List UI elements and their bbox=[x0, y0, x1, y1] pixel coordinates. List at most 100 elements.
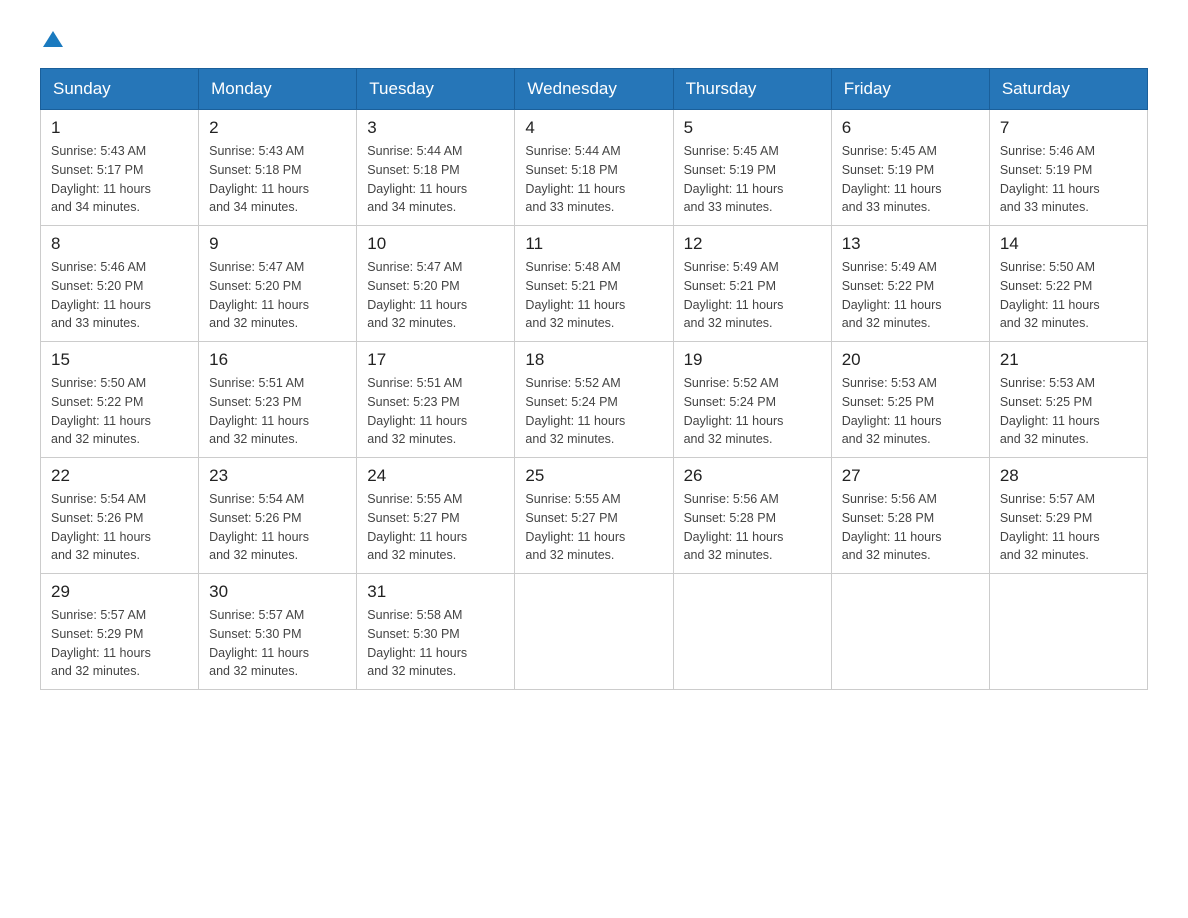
weekday-header-sunday: Sunday bbox=[41, 69, 199, 110]
day-number: 18 bbox=[525, 350, 662, 370]
calendar-cell: 11 Sunrise: 5:48 AM Sunset: 5:21 PM Dayl… bbox=[515, 226, 673, 342]
day-info: Sunrise: 5:46 AM Sunset: 5:20 PM Dayligh… bbox=[51, 258, 188, 333]
calendar-week-row: 22 Sunrise: 5:54 AM Sunset: 5:26 PM Dayl… bbox=[41, 458, 1148, 574]
day-number: 16 bbox=[209, 350, 346, 370]
calendar-week-row: 8 Sunrise: 5:46 AM Sunset: 5:20 PM Dayli… bbox=[41, 226, 1148, 342]
day-info: Sunrise: 5:58 AM Sunset: 5:30 PM Dayligh… bbox=[367, 606, 504, 681]
page-header bbox=[40, 30, 1148, 48]
calendar-cell: 9 Sunrise: 5:47 AM Sunset: 5:20 PM Dayli… bbox=[199, 226, 357, 342]
calendar-cell: 13 Sunrise: 5:49 AM Sunset: 5:22 PM Dayl… bbox=[831, 226, 989, 342]
calendar-cell: 7 Sunrise: 5:46 AM Sunset: 5:19 PM Dayli… bbox=[989, 110, 1147, 226]
day-number: 3 bbox=[367, 118, 504, 138]
day-info: Sunrise: 5:49 AM Sunset: 5:21 PM Dayligh… bbox=[684, 258, 821, 333]
day-number: 12 bbox=[684, 234, 821, 254]
day-number: 26 bbox=[684, 466, 821, 486]
calendar-cell: 22 Sunrise: 5:54 AM Sunset: 5:26 PM Dayl… bbox=[41, 458, 199, 574]
day-info: Sunrise: 5:51 AM Sunset: 5:23 PM Dayligh… bbox=[209, 374, 346, 449]
day-number: 9 bbox=[209, 234, 346, 254]
calendar-cell bbox=[673, 574, 831, 690]
day-info: Sunrise: 5:55 AM Sunset: 5:27 PM Dayligh… bbox=[367, 490, 504, 565]
day-info: Sunrise: 5:55 AM Sunset: 5:27 PM Dayligh… bbox=[525, 490, 662, 565]
day-number: 4 bbox=[525, 118, 662, 138]
calendar-cell: 28 Sunrise: 5:57 AM Sunset: 5:29 PM Dayl… bbox=[989, 458, 1147, 574]
day-info: Sunrise: 5:56 AM Sunset: 5:28 PM Dayligh… bbox=[842, 490, 979, 565]
calendar-cell bbox=[989, 574, 1147, 690]
day-info: Sunrise: 5:57 AM Sunset: 5:30 PM Dayligh… bbox=[209, 606, 346, 681]
day-info: Sunrise: 5:47 AM Sunset: 5:20 PM Dayligh… bbox=[209, 258, 346, 333]
day-info: Sunrise: 5:45 AM Sunset: 5:19 PM Dayligh… bbox=[684, 142, 821, 217]
day-number: 1 bbox=[51, 118, 188, 138]
day-info: Sunrise: 5:46 AM Sunset: 5:19 PM Dayligh… bbox=[1000, 142, 1137, 217]
day-number: 25 bbox=[525, 466, 662, 486]
day-info: Sunrise: 5:51 AM Sunset: 5:23 PM Dayligh… bbox=[367, 374, 504, 449]
calendar-cell bbox=[831, 574, 989, 690]
calendar-cell: 15 Sunrise: 5:50 AM Sunset: 5:22 PM Dayl… bbox=[41, 342, 199, 458]
calendar-cell: 14 Sunrise: 5:50 AM Sunset: 5:22 PM Dayl… bbox=[989, 226, 1147, 342]
day-info: Sunrise: 5:53 AM Sunset: 5:25 PM Dayligh… bbox=[842, 374, 979, 449]
calendar-cell: 12 Sunrise: 5:49 AM Sunset: 5:21 PM Dayl… bbox=[673, 226, 831, 342]
calendar-cell: 3 Sunrise: 5:44 AM Sunset: 5:18 PM Dayli… bbox=[357, 110, 515, 226]
calendar-table: SundayMondayTuesdayWednesdayThursdayFrid… bbox=[40, 68, 1148, 690]
day-info: Sunrise: 5:57 AM Sunset: 5:29 PM Dayligh… bbox=[1000, 490, 1137, 565]
day-number: 29 bbox=[51, 582, 188, 602]
day-info: Sunrise: 5:56 AM Sunset: 5:28 PM Dayligh… bbox=[684, 490, 821, 565]
day-number: 31 bbox=[367, 582, 504, 602]
calendar-week-row: 29 Sunrise: 5:57 AM Sunset: 5:29 PM Dayl… bbox=[41, 574, 1148, 690]
day-info: Sunrise: 5:44 AM Sunset: 5:18 PM Dayligh… bbox=[367, 142, 504, 217]
day-number: 19 bbox=[684, 350, 821, 370]
logo-triangle-icon bbox=[42, 30, 64, 48]
day-number: 13 bbox=[842, 234, 979, 254]
calendar-week-row: 1 Sunrise: 5:43 AM Sunset: 5:17 PM Dayli… bbox=[41, 110, 1148, 226]
day-number: 6 bbox=[842, 118, 979, 138]
weekday-header-thursday: Thursday bbox=[673, 69, 831, 110]
weekday-header-monday: Monday bbox=[199, 69, 357, 110]
day-info: Sunrise: 5:43 AM Sunset: 5:18 PM Dayligh… bbox=[209, 142, 346, 217]
day-info: Sunrise: 5:48 AM Sunset: 5:21 PM Dayligh… bbox=[525, 258, 662, 333]
calendar-header-row: SundayMondayTuesdayWednesdayThursdayFrid… bbox=[41, 69, 1148, 110]
calendar-cell: 19 Sunrise: 5:52 AM Sunset: 5:24 PM Dayl… bbox=[673, 342, 831, 458]
calendar-cell: 18 Sunrise: 5:52 AM Sunset: 5:24 PM Dayl… bbox=[515, 342, 673, 458]
calendar-week-row: 15 Sunrise: 5:50 AM Sunset: 5:22 PM Dayl… bbox=[41, 342, 1148, 458]
day-number: 22 bbox=[51, 466, 188, 486]
calendar-cell: 25 Sunrise: 5:55 AM Sunset: 5:27 PM Dayl… bbox=[515, 458, 673, 574]
calendar-cell: 21 Sunrise: 5:53 AM Sunset: 5:25 PM Dayl… bbox=[989, 342, 1147, 458]
weekday-header-tuesday: Tuesday bbox=[357, 69, 515, 110]
day-info: Sunrise: 5:52 AM Sunset: 5:24 PM Dayligh… bbox=[525, 374, 662, 449]
day-info: Sunrise: 5:52 AM Sunset: 5:24 PM Dayligh… bbox=[684, 374, 821, 449]
calendar-cell: 16 Sunrise: 5:51 AM Sunset: 5:23 PM Dayl… bbox=[199, 342, 357, 458]
day-info: Sunrise: 5:54 AM Sunset: 5:26 PM Dayligh… bbox=[51, 490, 188, 565]
day-number: 15 bbox=[51, 350, 188, 370]
day-info: Sunrise: 5:50 AM Sunset: 5:22 PM Dayligh… bbox=[51, 374, 188, 449]
day-number: 7 bbox=[1000, 118, 1137, 138]
calendar-cell: 27 Sunrise: 5:56 AM Sunset: 5:28 PM Dayl… bbox=[831, 458, 989, 574]
day-number: 11 bbox=[525, 234, 662, 254]
day-number: 24 bbox=[367, 466, 504, 486]
day-info: Sunrise: 5:44 AM Sunset: 5:18 PM Dayligh… bbox=[525, 142, 662, 217]
weekday-header-friday: Friday bbox=[831, 69, 989, 110]
calendar-cell: 29 Sunrise: 5:57 AM Sunset: 5:29 PM Dayl… bbox=[41, 574, 199, 690]
day-number: 8 bbox=[51, 234, 188, 254]
day-number: 23 bbox=[209, 466, 346, 486]
day-number: 5 bbox=[684, 118, 821, 138]
calendar-cell: 17 Sunrise: 5:51 AM Sunset: 5:23 PM Dayl… bbox=[357, 342, 515, 458]
day-number: 14 bbox=[1000, 234, 1137, 254]
day-number: 28 bbox=[1000, 466, 1137, 486]
calendar-cell: 6 Sunrise: 5:45 AM Sunset: 5:19 PM Dayli… bbox=[831, 110, 989, 226]
day-info: Sunrise: 5:50 AM Sunset: 5:22 PM Dayligh… bbox=[1000, 258, 1137, 333]
calendar-cell: 1 Sunrise: 5:43 AM Sunset: 5:17 PM Dayli… bbox=[41, 110, 199, 226]
day-info: Sunrise: 5:54 AM Sunset: 5:26 PM Dayligh… bbox=[209, 490, 346, 565]
day-number: 27 bbox=[842, 466, 979, 486]
day-info: Sunrise: 5:57 AM Sunset: 5:29 PM Dayligh… bbox=[51, 606, 188, 681]
calendar-cell: 24 Sunrise: 5:55 AM Sunset: 5:27 PM Dayl… bbox=[357, 458, 515, 574]
day-number: 30 bbox=[209, 582, 346, 602]
day-info: Sunrise: 5:53 AM Sunset: 5:25 PM Dayligh… bbox=[1000, 374, 1137, 449]
day-info: Sunrise: 5:45 AM Sunset: 5:19 PM Dayligh… bbox=[842, 142, 979, 217]
calendar-cell bbox=[515, 574, 673, 690]
weekday-header-wednesday: Wednesday bbox=[515, 69, 673, 110]
calendar-cell: 4 Sunrise: 5:44 AM Sunset: 5:18 PM Dayli… bbox=[515, 110, 673, 226]
calendar-cell: 31 Sunrise: 5:58 AM Sunset: 5:30 PM Dayl… bbox=[357, 574, 515, 690]
day-number: 10 bbox=[367, 234, 504, 254]
calendar-cell: 2 Sunrise: 5:43 AM Sunset: 5:18 PM Dayli… bbox=[199, 110, 357, 226]
calendar-cell: 26 Sunrise: 5:56 AM Sunset: 5:28 PM Dayl… bbox=[673, 458, 831, 574]
calendar-cell: 30 Sunrise: 5:57 AM Sunset: 5:30 PM Dayl… bbox=[199, 574, 357, 690]
